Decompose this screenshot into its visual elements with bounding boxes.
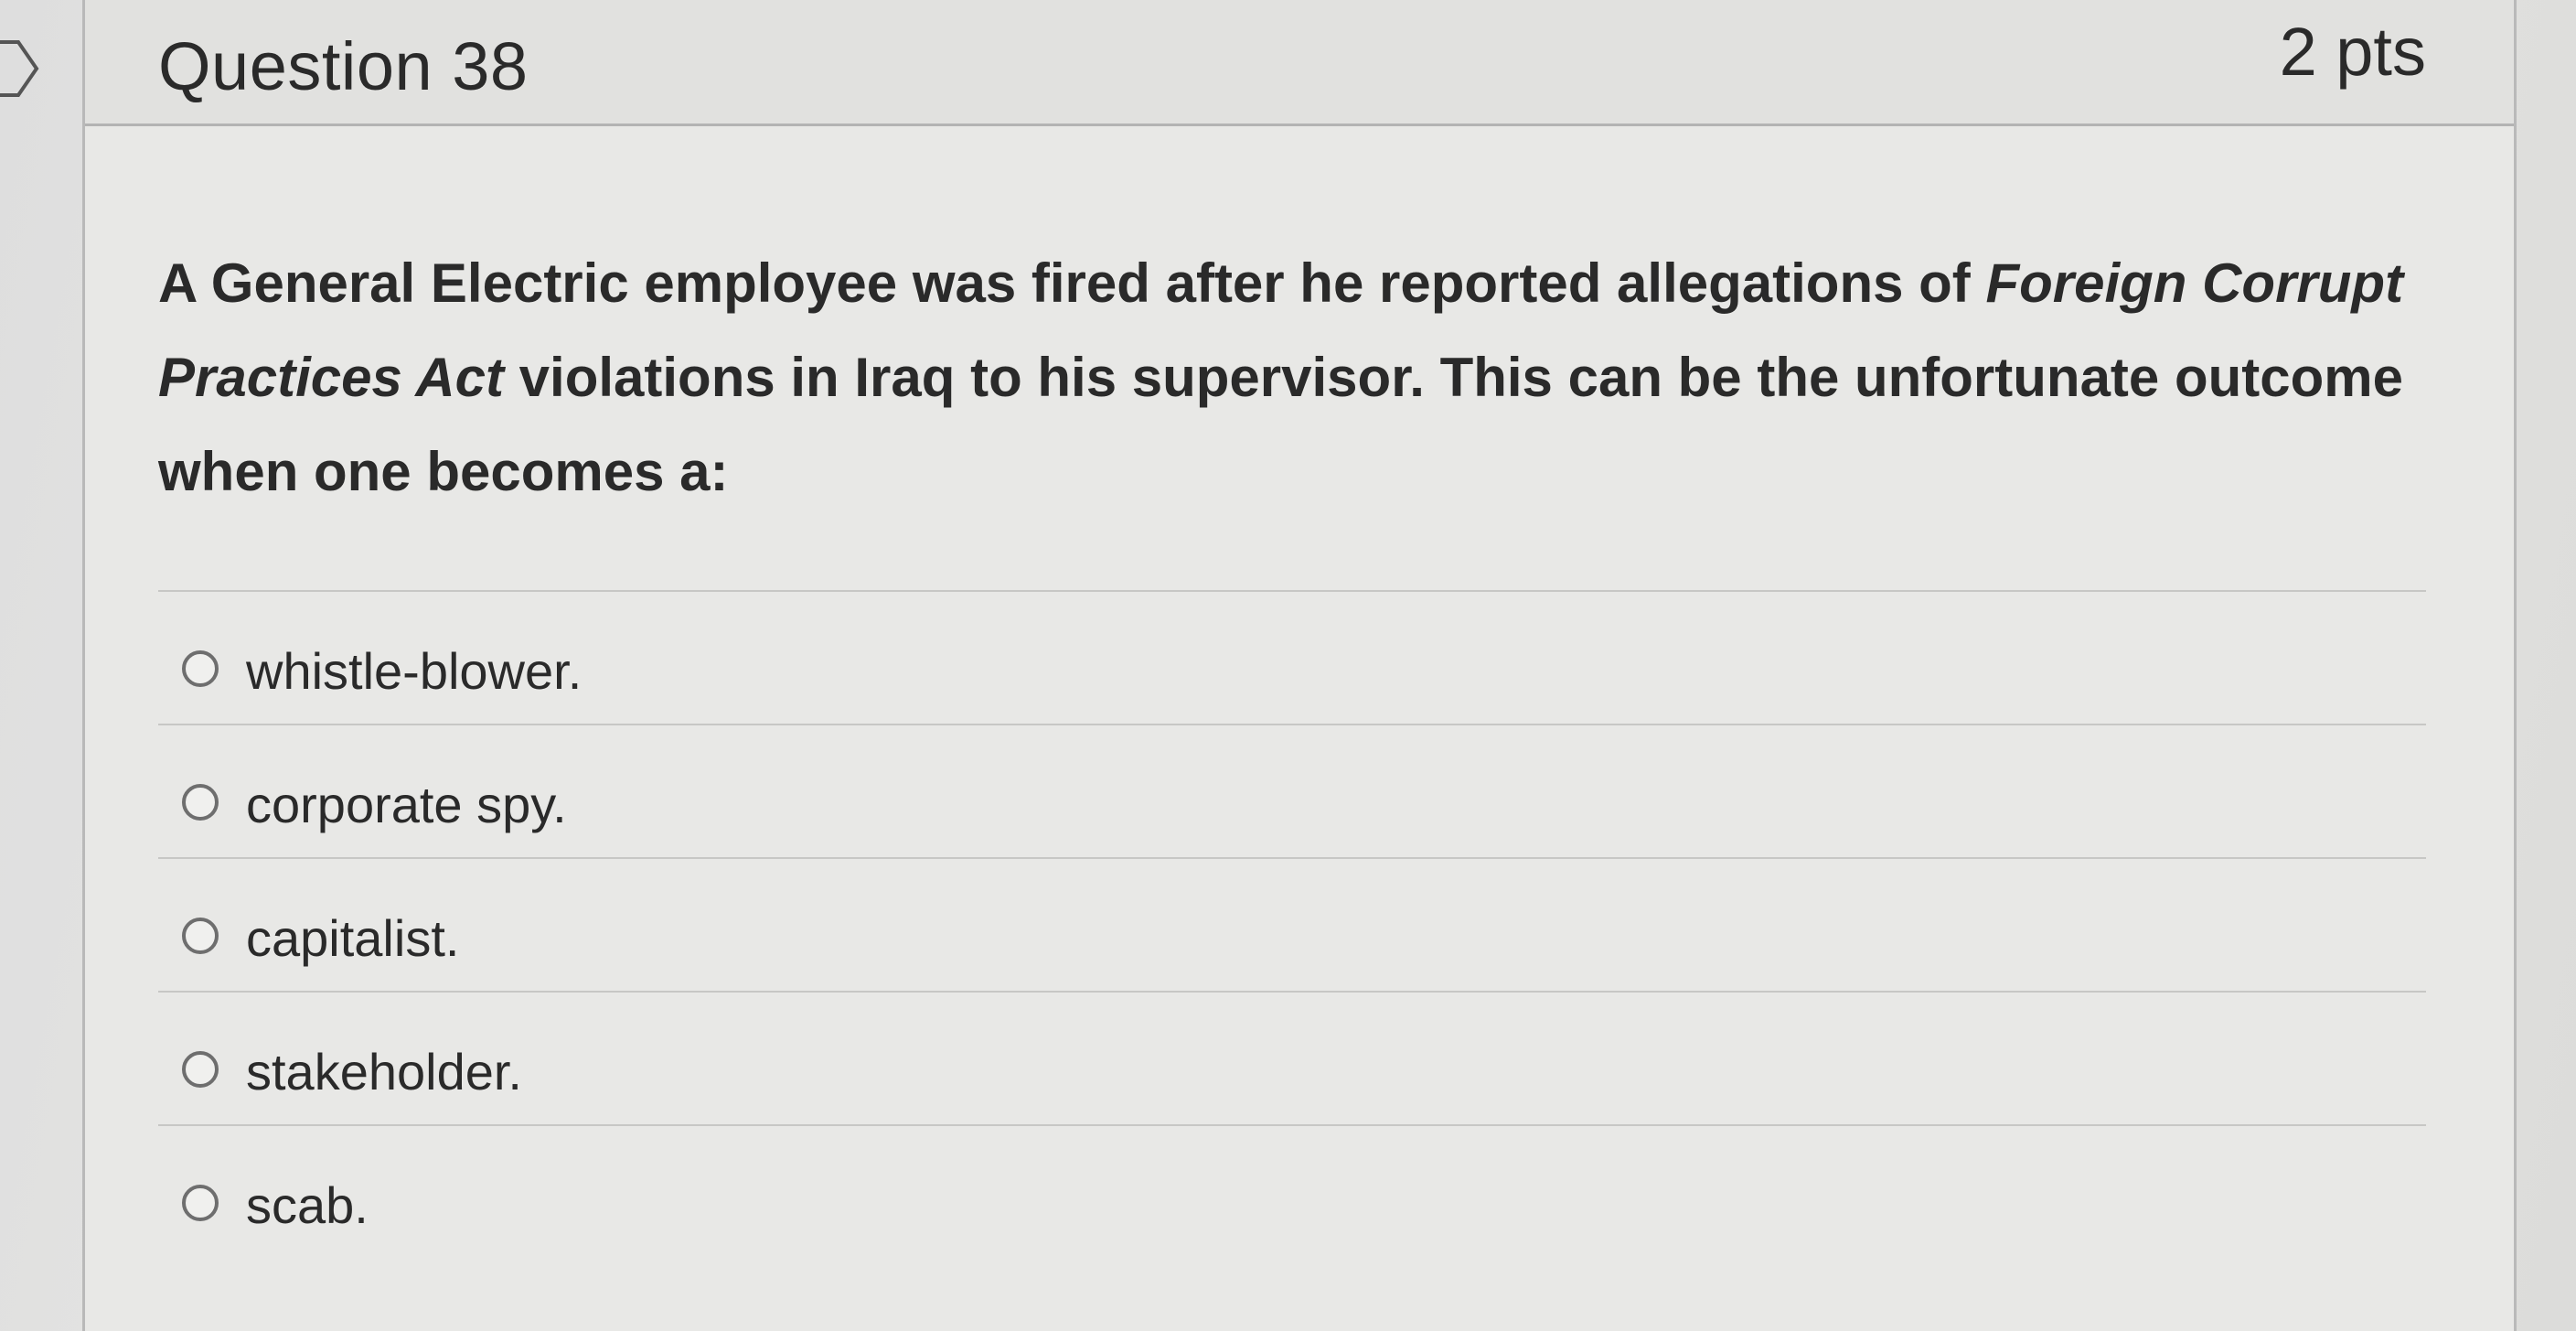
- answer-option[interactable]: stakeholder.: [158, 991, 2426, 1124]
- question-header: Question 38 2 pts: [85, 0, 2514, 126]
- question-text-part1: A General Electric employee was fired af…: [158, 252, 1986, 314]
- answer-option[interactable]: scab.: [158, 1124, 2426, 1258]
- radio-button[interactable]: [182, 1051, 219, 1088]
- question-points: 2 pts: [2279, 14, 2426, 90]
- question-card: Question 38 2 pts A General Electric emp…: [82, 0, 2517, 1331]
- question-text: A General Electric employee was fired af…: [158, 236, 2444, 519]
- answer-label[interactable]: capitalist.: [246, 908, 459, 968]
- radio-button[interactable]: [182, 918, 219, 954]
- answer-option[interactable]: corporate spy.: [158, 724, 2426, 857]
- radio-button[interactable]: [182, 784, 219, 821]
- radio-button[interactable]: [182, 1185, 219, 1221]
- answer-label[interactable]: scab.: [246, 1175, 369, 1235]
- radio-button[interactable]: [182, 650, 219, 687]
- answer-option[interactable]: whistle-blower.: [158, 590, 2426, 724]
- answer-list: whistle-blower. corporate spy. capitalis…: [158, 590, 2426, 1258]
- answer-label[interactable]: corporate spy.: [246, 775, 567, 834]
- question-title: Question 38: [158, 28, 529, 104]
- answer-label[interactable]: whistle-blower.: [246, 641, 582, 701]
- answer-label[interactable]: stakeholder.: [246, 1042, 522, 1101]
- question-flag-icon[interactable]: [0, 37, 46, 101]
- answer-option[interactable]: capitalist.: [158, 857, 2426, 991]
- quiz-screen: Question 38 2 pts A General Electric emp…: [0, 0, 2576, 1331]
